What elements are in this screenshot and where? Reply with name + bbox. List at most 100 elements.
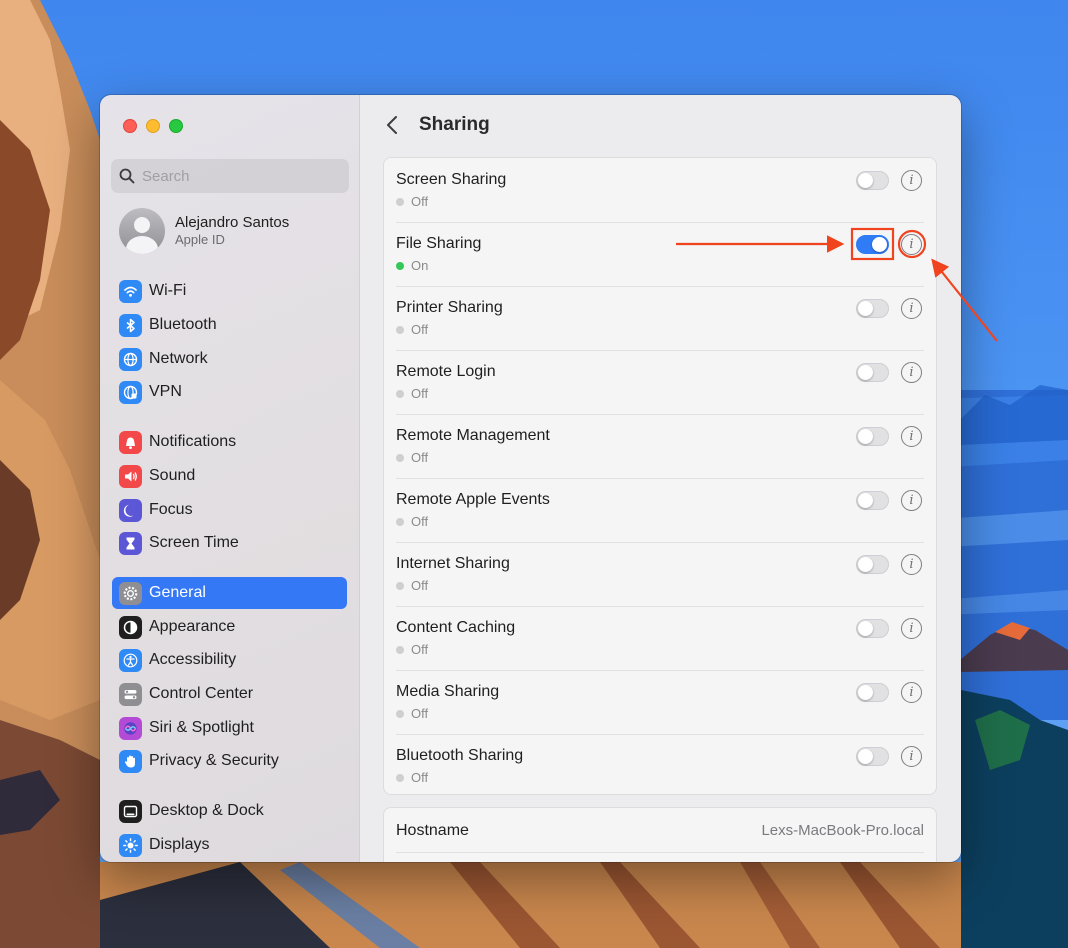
- content-caching-toggle[interactable]: [856, 619, 889, 638]
- hostname-value[interactable]: Lexs-MacBook-Pro.local: [761, 822, 924, 839]
- sidebar-item-desktop-dock[interactable]: Desktop & Dock: [112, 795, 347, 827]
- sidebar-item-notifications[interactable]: Notifications: [112, 426, 347, 458]
- status-dot: [396, 325, 404, 334]
- sidebar-item-siri-spotlight[interactable]: Siri & Spotlight: [112, 712, 347, 744]
- printer-sharing-info-button[interactable]: i: [901, 298, 922, 319]
- printer-sharing-toggle[interactable]: [856, 299, 889, 318]
- status-text: Off: [411, 642, 429, 657]
- remote-apple-events-info-button[interactable]: i: [901, 490, 922, 511]
- wifi-icon: [119, 279, 142, 303]
- content-caching-info-button[interactable]: i: [901, 618, 922, 639]
- sidebar-item-displays[interactable]: Displays: [112, 829, 347, 861]
- page-title: Sharing: [419, 114, 490, 135]
- sidebar-item-bluetooth[interactable]: Bluetooth: [112, 309, 347, 341]
- remote-apple-events-toggle[interactable]: [856, 491, 889, 510]
- screen-sharing-toggle[interactable]: [856, 171, 889, 190]
- status-text: Off: [411, 386, 429, 401]
- info-icon: i: [909, 429, 914, 444]
- sidebar-item-vpn[interactable]: VPN: [112, 376, 347, 408]
- info-icon: i: [909, 621, 914, 636]
- service-status: Off: [396, 322, 428, 337]
- siri-icon: [119, 716, 142, 740]
- internet-sharing-info-button[interactable]: i: [901, 554, 922, 575]
- status-text: On: [411, 258, 429, 273]
- sidebar-item-focus[interactable]: Focus: [112, 494, 347, 526]
- status-dot: [396, 645, 404, 654]
- service-title: Bluetooth Sharing: [396, 747, 524, 764]
- sidebar-item-accessibility[interactable]: Accessibility: [112, 644, 347, 676]
- sidebar-item-label: General: [149, 584, 206, 601]
- status-text: Off: [411, 578, 429, 593]
- sidebar-item-control-center[interactable]: Control Center: [112, 678, 347, 710]
- hostname-label: Hostname: [396, 822, 469, 839]
- account-name: Alejandro Santos: [175, 214, 290, 231]
- file-sharing-info-button[interactable]: i: [901, 234, 922, 255]
- sidebar-item-label: Screen Time: [149, 534, 239, 551]
- search-field[interactable]: [111, 159, 349, 193]
- screen-sharing-info-button[interactable]: i: [901, 170, 922, 191]
- traffic-lights: [123, 119, 183, 133]
- close-window-button[interactable]: [123, 119, 137, 133]
- sidebar-item-label: Network: [149, 350, 208, 367]
- service-title: Screen Sharing: [396, 171, 507, 188]
- gear-icon: [119, 581, 142, 605]
- info-icon: i: [909, 301, 914, 316]
- sidebar-item-label: Accessibility: [149, 651, 237, 668]
- remote-management-info-button[interactable]: i: [901, 426, 922, 447]
- media-sharing-toggle[interactable]: [856, 683, 889, 702]
- account-subtitle: Apple ID: [175, 232, 225, 247]
- bluetooth-sharing-toggle[interactable]: [856, 747, 889, 766]
- remote-login-toggle[interactable]: [856, 363, 889, 382]
- sidebar-item-sound[interactable]: Sound: [112, 460, 347, 492]
- service-status: Off: [396, 578, 428, 593]
- info-icon: i: [909, 493, 914, 508]
- service-status: Off: [396, 386, 428, 401]
- sidebar-item-appearance[interactable]: Appearance: [112, 611, 347, 643]
- service-status: Off: [396, 450, 428, 465]
- service-title: Remote Apple Events: [396, 491, 550, 508]
- info-icon: i: [909, 557, 914, 572]
- back-button[interactable]: [382, 114, 402, 136]
- sidebar-item-label: Focus: [149, 501, 193, 518]
- dock-icon: [119, 799, 142, 823]
- service-status: Off: [396, 770, 428, 785]
- apple-id-account[interactable]: Alejandro Santos Apple ID: [119, 208, 289, 254]
- file-sharing-toggle[interactable]: [856, 235, 889, 254]
- status-dot: [396, 453, 404, 462]
- service-status: On: [396, 258, 428, 273]
- sharing-row-remote-management: Remote Management Off i: [384, 414, 936, 478]
- service-title: Remote Login: [396, 363, 496, 380]
- search-icon: [119, 168, 135, 184]
- sidebar-item-general[interactable]: General: [112, 577, 347, 609]
- sharing-row-internet-sharing: Internet Sharing Off i: [384, 542, 936, 606]
- sidebar-item-wi-fi[interactable]: Wi-Fi: [112, 275, 347, 307]
- minimize-window-button[interactable]: [146, 119, 160, 133]
- bluetooth-sharing-info-button[interactable]: i: [901, 746, 922, 767]
- status-text: Off: [411, 706, 429, 721]
- moon-icon: [119, 498, 142, 522]
- info-icon: i: [909, 685, 914, 700]
- service-status: Off: [396, 706, 428, 721]
- info-icon: i: [909, 237, 914, 252]
- sidebar-item-label: Siri & Spotlight: [149, 719, 254, 736]
- service-status: Off: [396, 642, 428, 657]
- sidebar-item-screen-time[interactable]: Screen Time: [112, 527, 347, 559]
- remote-login-info-button[interactable]: i: [901, 362, 922, 383]
- status-text: Off: [411, 450, 429, 465]
- media-sharing-info-button[interactable]: i: [901, 682, 922, 703]
- remote-management-toggle[interactable]: [856, 427, 889, 446]
- sidebar-item-privacy-security[interactable]: Privacy & Security: [112, 745, 347, 777]
- hand-icon: [119, 749, 142, 773]
- internet-sharing-toggle[interactable]: [856, 555, 889, 574]
- avatar: [119, 208, 165, 254]
- status-dot: [396, 261, 404, 270]
- service-status: Off: [396, 194, 428, 209]
- status-text: Off: [411, 770, 429, 785]
- sharing-row-printer-sharing: Printer Sharing Off i: [384, 286, 936, 350]
- sidebar-item-network[interactable]: Network: [112, 343, 347, 375]
- zoom-window-button[interactable]: [169, 119, 183, 133]
- row-divider: [396, 350, 924, 351]
- search-input[interactable]: [142, 167, 342, 185]
- sharing-row-remote-login: Remote Login Off i: [384, 350, 936, 414]
- toolbar: Sharing: [360, 95, 961, 157]
